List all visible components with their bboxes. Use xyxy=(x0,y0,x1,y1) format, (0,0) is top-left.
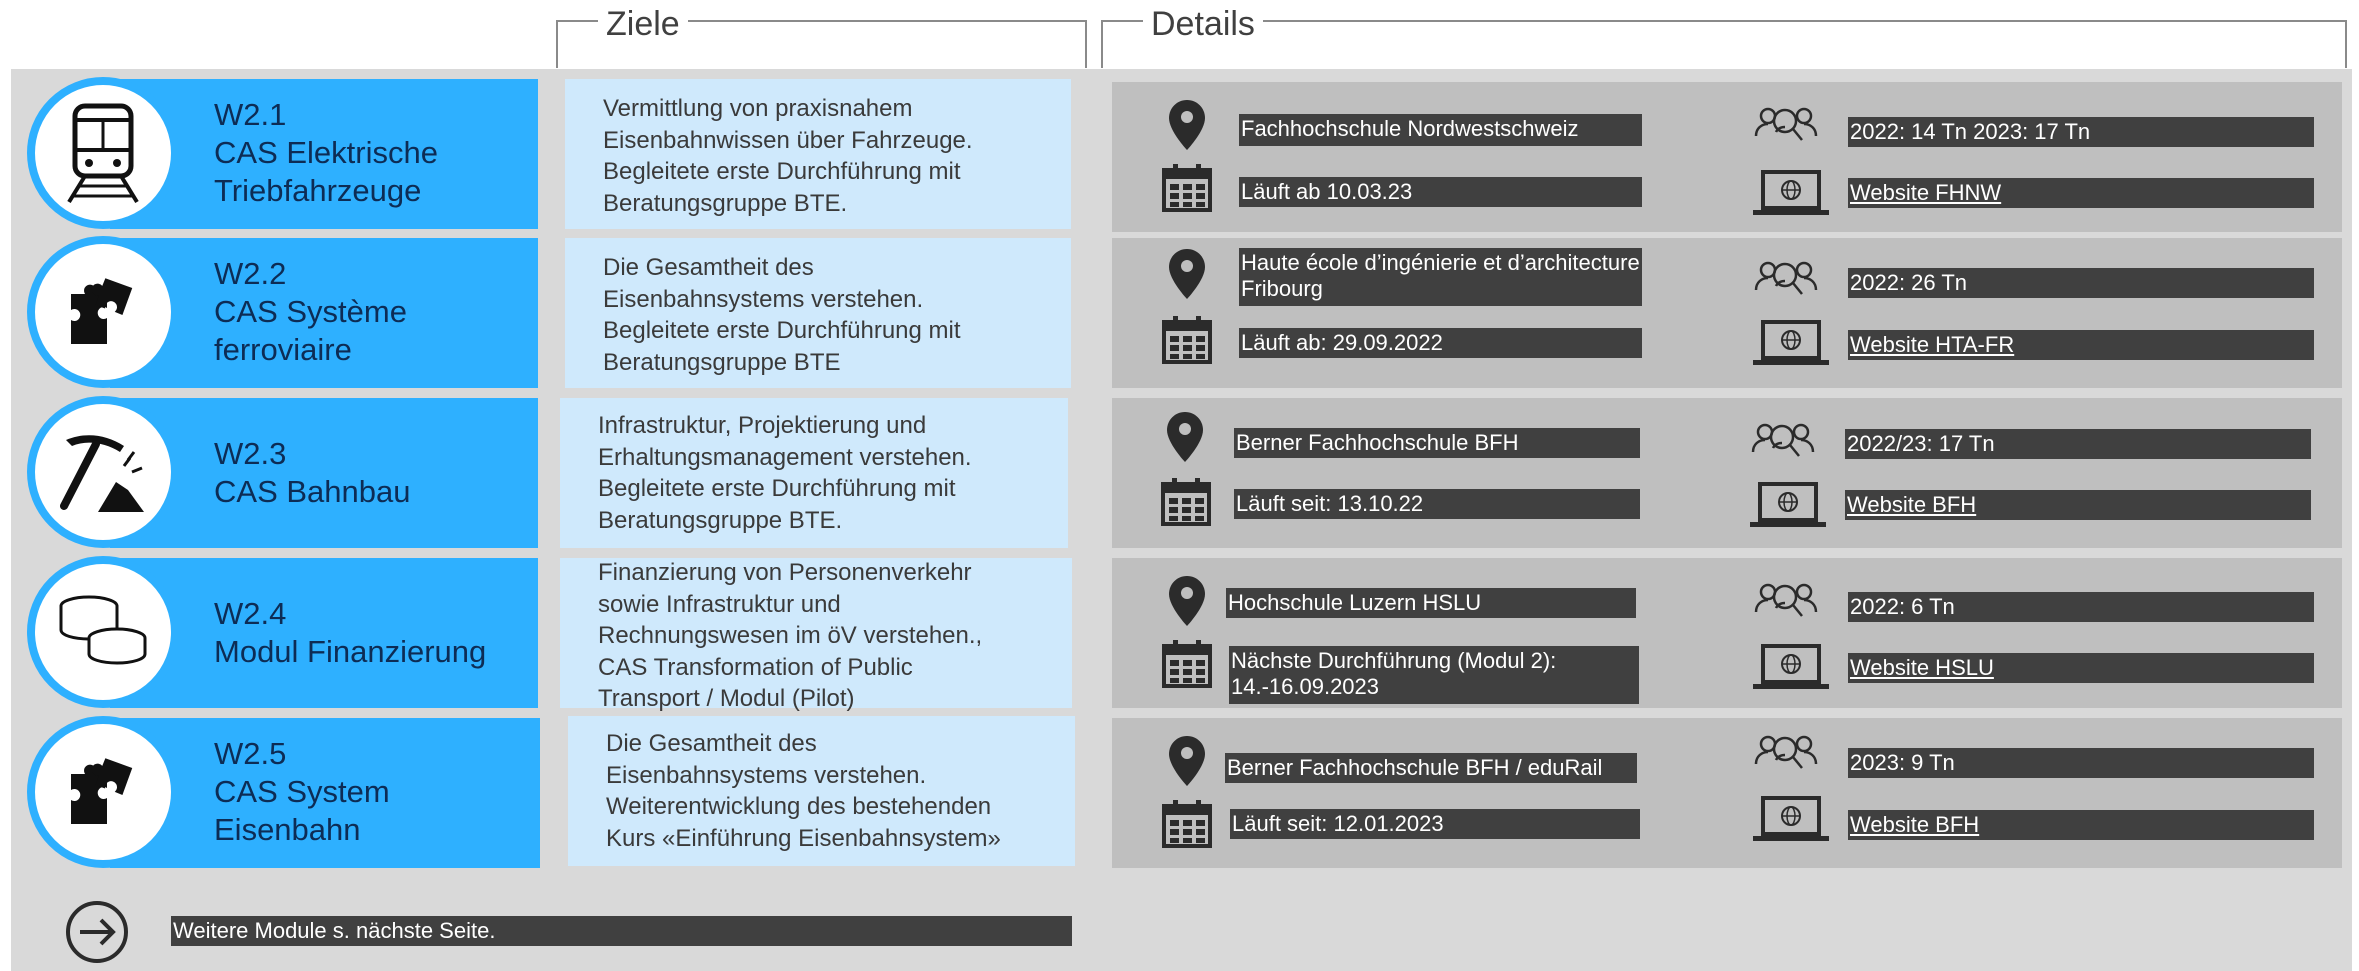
module-title-line: ferroviaire xyxy=(214,332,352,367)
arrow-right-circle-icon[interactable] xyxy=(64,899,130,965)
detail-box: Berner Fachhochschule BFH / eduRail Läuf… xyxy=(1112,718,2342,868)
goal-box: Finanzierung von Personenverkehr sowie I… xyxy=(560,558,1072,712)
location-label: Berner Fachhochschule BFH xyxy=(1234,428,1640,458)
puzzle-icon xyxy=(27,716,179,868)
participants-label: 2022: 6 Tn xyxy=(1848,592,2314,622)
website-laptop-icon xyxy=(1753,320,1829,365)
goal-text: Die Gesamtheit des Eisenbahnsystems vers… xyxy=(606,730,1001,852)
website-link[interactable]: Website HTA-FR xyxy=(1848,330,2314,360)
coins-icon xyxy=(27,556,179,708)
goal-box: Infrastruktur, Projektierung und Erhaltu… xyxy=(560,398,1068,548)
module-code: W2.5 xyxy=(214,736,287,771)
module-code: W2.2 xyxy=(214,256,287,291)
puzzle-icon xyxy=(27,236,179,388)
location-pin-icon xyxy=(1169,736,1205,786)
website-laptop-icon xyxy=(1753,796,1829,841)
detail-box: Berner Fachhochschule BFH Läuft seit: 13… xyxy=(1112,398,2342,548)
participants-label: 2022: 26 Tn xyxy=(1848,268,2314,298)
train-icon xyxy=(27,77,179,229)
website-laptop-icon xyxy=(1753,170,1829,215)
calendar-icon xyxy=(1162,640,1212,688)
website-laptop-icon xyxy=(1750,482,1826,527)
detail-box: Fachhochschule Nordwestschweiz Läuft ab … xyxy=(1112,82,2342,232)
detail-box: Hochschule Luzern HSLU Nächste Durchführ… xyxy=(1112,558,2342,708)
goals-header: Ziele xyxy=(598,7,688,41)
date-label: Nächste Durchführung (Modul 2): 14.-16.0… xyxy=(1229,646,1639,704)
location-pin-icon xyxy=(1169,100,1205,150)
date-label: Läuft ab 10.03.23 xyxy=(1239,177,1642,207)
participants-search-icon xyxy=(1754,261,1818,295)
website-link[interactable]: Website HSLU xyxy=(1848,653,2314,683)
module-code: W2.3 xyxy=(214,436,287,471)
location-label: Fachhochschule Nordwestschweiz xyxy=(1239,114,1642,146)
participants-label: 2023: 9 Tn xyxy=(1848,748,2314,778)
goal-box: Die Gesamtheit des Eisenbahnsystems vers… xyxy=(568,716,1075,866)
pickaxe-icon xyxy=(27,396,179,548)
goal-text: Infrastruktur, Projektierung und Erhaltu… xyxy=(598,412,972,534)
goal-text: Finanzierung von Personenverkehr sowie I… xyxy=(598,559,983,712)
date-label: Läuft seit: 12.01.2023 xyxy=(1230,809,1640,839)
module-title-line: CAS Système xyxy=(214,294,407,329)
goal-box: Vermittlung von praxisnahem Eisenbahnwis… xyxy=(565,79,1071,229)
location-pin-icon xyxy=(1167,412,1203,462)
module-code: W2.1 xyxy=(214,97,287,132)
module-title-line: Triebfahrzeuge xyxy=(214,173,422,208)
participants-search-icon xyxy=(1754,107,1818,141)
detail-box: Haute école d’ingénierie et d’architectu… xyxy=(1112,238,2342,388)
website-link[interactable]: Website FHNW xyxy=(1848,178,2314,208)
participants-search-icon xyxy=(1754,735,1818,769)
location-label: Haute école d’ingénierie et d’architectu… xyxy=(1239,248,1642,306)
module-code: W2.4 xyxy=(214,596,287,631)
module-title-line: CAS Elektrische xyxy=(214,135,438,170)
calendar-icon xyxy=(1162,316,1212,364)
location-pin-icon xyxy=(1169,576,1205,626)
location-label: Hochschule Luzern HSLU xyxy=(1226,588,1636,618)
participants-search-icon xyxy=(1751,423,1815,457)
website-link[interactable]: Website BFH xyxy=(1848,810,2314,840)
calendar-icon xyxy=(1162,164,1212,212)
location-label: Berner Fachhochschule BFH / eduRail xyxy=(1225,753,1637,783)
participants-label: 2022: 14 Tn 2023: 17 Tn xyxy=(1848,117,2314,147)
goal-text: Vermittlung von praxisnahem Eisenbahnwis… xyxy=(603,95,973,217)
participants-search-icon xyxy=(1754,583,1818,617)
calendar-icon xyxy=(1162,800,1212,848)
date-label: Läuft seit: 13.10.22 xyxy=(1234,489,1640,519)
website-laptop-icon xyxy=(1753,644,1829,689)
date-label: Läuft ab: 29.09.2022 xyxy=(1239,328,1642,358)
details-header: Details xyxy=(1143,7,1263,41)
goal-box: Die Gesamtheit des Eisenbahnsystems vers… xyxy=(565,238,1071,388)
location-pin-icon xyxy=(1169,249,1205,299)
module-title-line: Modul Finanzierung xyxy=(214,634,487,669)
participants-label: 2022/23: 17 Tn xyxy=(1845,429,2311,459)
website-link[interactable]: Website BFH xyxy=(1845,490,2311,520)
module-title-line: CAS System xyxy=(214,774,390,809)
goal-text: Die Gesamtheit des Eisenbahnsystems vers… xyxy=(603,254,961,376)
next-page-note: Weitere Module s. nächste Seite. xyxy=(171,916,1072,946)
module-title-line: CAS Bahnbau xyxy=(214,474,411,509)
calendar-icon xyxy=(1161,478,1211,526)
module-title-line: Eisenbahn xyxy=(214,812,361,847)
